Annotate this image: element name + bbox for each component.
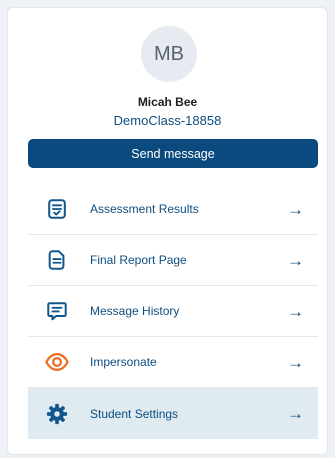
message-icon bbox=[45, 299, 69, 323]
menu-item-label: Message History bbox=[90, 304, 180, 318]
menu-item-final-report-page[interactable]: Final Report Page → bbox=[28, 235, 318, 286]
assessment-results-icon bbox=[45, 197, 69, 221]
report-document-icon bbox=[45, 248, 69, 272]
gear-icon bbox=[45, 402, 69, 426]
menu-item-student-settings[interactable]: Student Settings → bbox=[28, 388, 318, 439]
arrow-right-icon: → bbox=[287, 199, 304, 219]
send-message-button[interactable]: Send message bbox=[28, 139, 318, 168]
menu-item-assessment-results[interactable]: Assessment Results → bbox=[28, 184, 318, 235]
menu-item-label: Student Settings bbox=[90, 406, 179, 421]
menu-item-label: Assessment Results bbox=[90, 202, 199, 216]
arrow-right-icon: → bbox=[287, 352, 304, 372]
arrow-right-icon: → bbox=[287, 250, 304, 270]
class-name: DemoClass-18858 bbox=[113, 113, 222, 128]
student-menu: Assessment Results → Final Report Page →… bbox=[28, 184, 318, 439]
avatar: MB bbox=[141, 26, 197, 82]
arrow-right-icon: → bbox=[287, 404, 304, 423]
student-name: Micah Bee bbox=[137, 95, 198, 109]
menu-item-impersonate[interactable]: Impersonate → bbox=[28, 337, 318, 388]
eye-icon bbox=[45, 350, 69, 374]
menu-item-message-history[interactable]: Message History → bbox=[28, 286, 318, 337]
arrow-right-icon: → bbox=[287, 301, 304, 321]
menu-item-label: Impersonate bbox=[90, 355, 157, 369]
menu-item-label: Final Report Page bbox=[90, 253, 187, 267]
